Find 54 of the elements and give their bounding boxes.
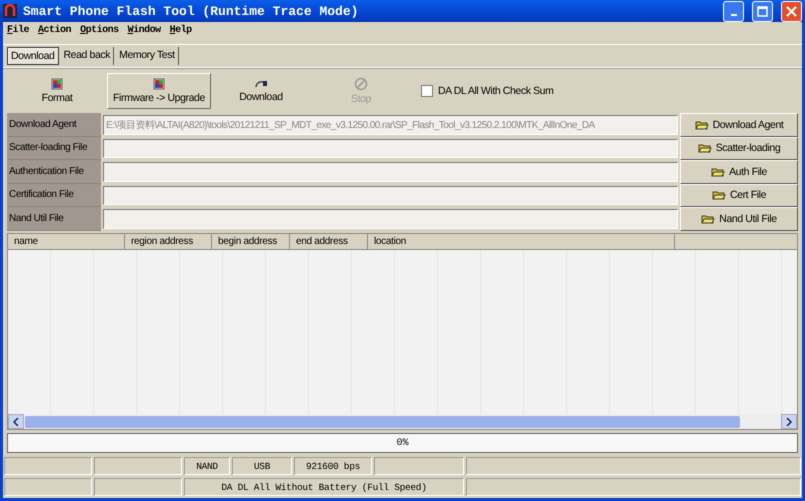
field-label: Authentication File (7, 160, 101, 184)
browse-button[interactable]: Auth File (680, 160, 798, 184)
column-header[interactable]: location (368, 234, 675, 248)
folder-icon (711, 166, 726, 177)
field-label: Certification File (7, 184, 101, 207)
tab[interactable]: Memory Test (116, 47, 179, 65)
status-cell: NAND (184, 457, 230, 475)
field-label: Scatter-loading File (7, 136, 101, 160)
file-path-field[interactable] (103, 186, 678, 205)
stop-icon (354, 77, 368, 91)
menu-item[interactable]: Options (80, 25, 119, 41)
window-title: Smart Phone Flash Tool (Runtime Trace Mode) (23, 4, 360, 18)
browse-button[interactable]: Download Agent (680, 113, 798, 136)
horizontal-scrollbar[interactable] (8, 414, 797, 429)
browse-button[interactable]: Cert File (680, 184, 798, 207)
column-header[interactable]: region address (125, 234, 212, 248)
menu-item[interactable]: Window (128, 25, 161, 41)
column-header[interactable]: name (8, 234, 125, 248)
close-button[interactable] (781, 0, 802, 22)
app-icon (3, 4, 17, 18)
menu-item[interactable]: Action (38, 25, 72, 41)
field-label: Download Agent (7, 113, 101, 136)
browse-button[interactable]: Nand Util File (680, 207, 798, 230)
cube-icon (153, 78, 165, 90)
minimize-button[interactable] (723, 0, 744, 22)
status-cell: DA DL All Without Battery (Full Speed) (184, 478, 464, 496)
file-path-field[interactable] (103, 209, 678, 228)
menu-item[interactable]: Help (170, 25, 192, 41)
tab[interactable]: Download (7, 47, 58, 65)
maximize-icon (757, 6, 768, 16)
tab[interactable]: Read back (60, 47, 114, 65)
file-path-field[interactable] (103, 162, 678, 182)
column-header[interactable]: begin address (212, 234, 290, 248)
column-header[interactable]: end address (290, 234, 368, 248)
status-cell: USB (232, 457, 292, 475)
toolbar-button[interactable]: Download (211, 73, 311, 109)
checksum-checkbox[interactable]: DA DL All With Check Sum (421, 85, 554, 97)
folder-icon (712, 190, 726, 200)
toolbar-button[interactable]: Firmware -> Upgrade (107, 73, 211, 109)
field-label: Nand Util File (7, 207, 101, 230)
close-icon (786, 6, 797, 16)
folder-icon (694, 120, 709, 130)
file-path-field[interactable] (103, 138, 678, 158)
progress-label: 0% (396, 438, 408, 448)
browse-button[interactable]: Scatter-loading (680, 136, 798, 160)
folder-icon (701, 214, 716, 224)
folder-icon (698, 143, 712, 154)
menu-item[interactable]: File (7, 25, 30, 41)
cube-icon (51, 78, 63, 90)
toolbar-button[interactable]: Format (7, 73, 107, 109)
arrow-icon (254, 79, 268, 89)
minimize-icon (730, 14, 736, 16)
status-cell: 921600 bps (294, 457, 372, 475)
maximize-button[interactable] (752, 0, 773, 22)
